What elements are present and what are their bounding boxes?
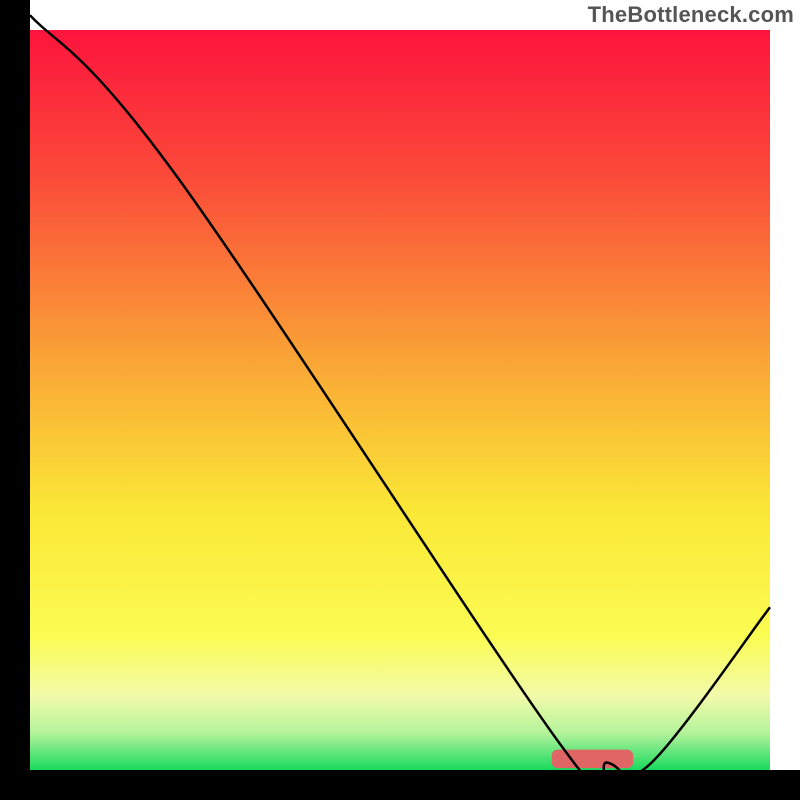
- indicator-pill: [552, 750, 633, 769]
- watermark-text: TheBottleneck.com: [588, 2, 794, 28]
- plot-background: [30, 30, 770, 770]
- axis-left: [0, 0, 30, 800]
- bottleneck-chart: [0, 0, 800, 800]
- axis-bottom: [0, 770, 800, 800]
- chart-container: TheBottleneck.com: [0, 0, 800, 800]
